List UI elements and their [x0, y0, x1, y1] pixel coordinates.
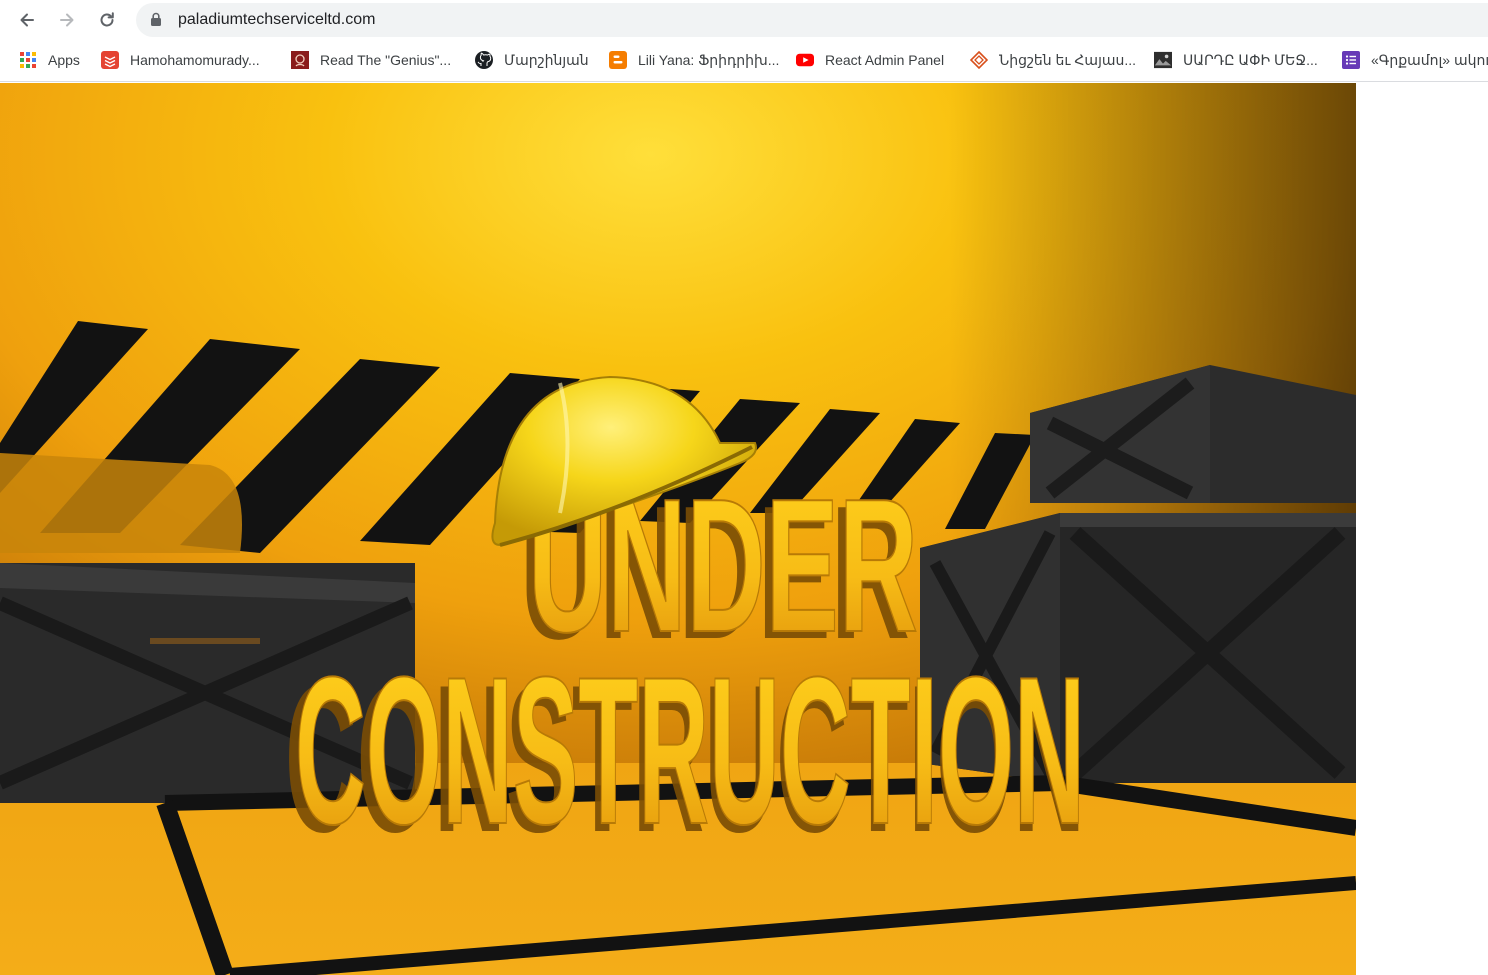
bookmark-read-the-genius[interactable]: Read The "Genius"...	[291, 49, 451, 71]
under-construction-image: UNDER CONSTRUCTION UNDER CONSTRUCTION	[0, 83, 1356, 975]
todoist-icon	[101, 51, 119, 69]
bookmark-label: Read The "Genius"...	[320, 52, 452, 68]
reload-button[interactable]	[91, 4, 123, 36]
bookmarks-bar: Apps Hamohamomurady... Read The "Genius"…	[0, 40, 1488, 82]
back-button[interactable]	[11, 4, 43, 36]
bookmark-label: Lili Yana: Ֆրիդրիխ...	[638, 51, 780, 68]
bookmark-label: React Admin Panel	[825, 52, 945, 68]
bookmark-hamohamomurady[interactable]: Hamohamomurady...	[101, 49, 260, 71]
under-construction-illustration: UNDER CONSTRUCTION UNDER CONSTRUCTION	[0, 83, 1356, 975]
bookmark-label: Apps	[48, 52, 80, 68]
arrow-left-icon	[20, 13, 34, 27]
lock-icon	[151, 12, 161, 26]
bookmark-sard[interactable]: ՍԱՐԴԸ ԱՓԻ ՄԵՋ...	[1154, 49, 1318, 71]
diamond-icon	[970, 51, 988, 69]
url-text[interactable]: paladiumtechserviceltd.com	[178, 11, 375, 29]
address-bar[interactable]: paladiumtechserviceltd.com	[136, 3, 1488, 37]
photo-icon	[1154, 51, 1172, 69]
bookmark-apps[interactable]: Apps	[19, 49, 80, 71]
bookmark-label: Մարշինյան	[504, 51, 589, 68]
forms-icon	[1342, 51, 1360, 69]
browser-toolbar: paladiumtechserviceltd.com	[0, 0, 1488, 40]
blogger-icon	[609, 51, 627, 69]
page-content: UNDER CONSTRUCTION UNDER CONSTRUCTION	[0, 83, 1488, 975]
bookmark-label: ՍԱՐԴԸ ԱՓԻ ՄԵՋ...	[1183, 51, 1318, 68]
bookmark-react-admin-panel[interactable]: React Admin Panel	[796, 49, 944, 71]
bookmark-github[interactable]: Մարշինյան	[475, 49, 589, 71]
github-icon	[475, 51, 493, 69]
browser-chrome: paladiumtechserviceltd.com Apps Hamohamo…	[0, 0, 1488, 82]
forward-button[interactable]	[51, 4, 83, 36]
apps-grid-icon	[19, 51, 37, 69]
bookmark-label: Hamohamomurady...	[130, 52, 260, 68]
bookmark-nietzsche[interactable]: Նիցշեն եւ Հայաս...	[970, 49, 1136, 71]
bookmark-grqamol[interactable]: «Գրքամոլ» ակու	[1342, 49, 1488, 71]
arrow-right-icon	[60, 13, 74, 27]
bookmark-lili-yana[interactable]: Lili Yana: Ֆրիդրիխ...	[609, 49, 779, 71]
construction-text: CONSTRUCTION	[295, 633, 1085, 868]
youtube-icon	[796, 51, 814, 69]
reload-icon	[100, 12, 114, 27]
bookmark-label: «Գրքամոլ» ակու	[1371, 51, 1488, 68]
bookmark-label: Նիցշեն եւ Հայաս...	[999, 51, 1137, 68]
book-icon	[291, 51, 309, 69]
